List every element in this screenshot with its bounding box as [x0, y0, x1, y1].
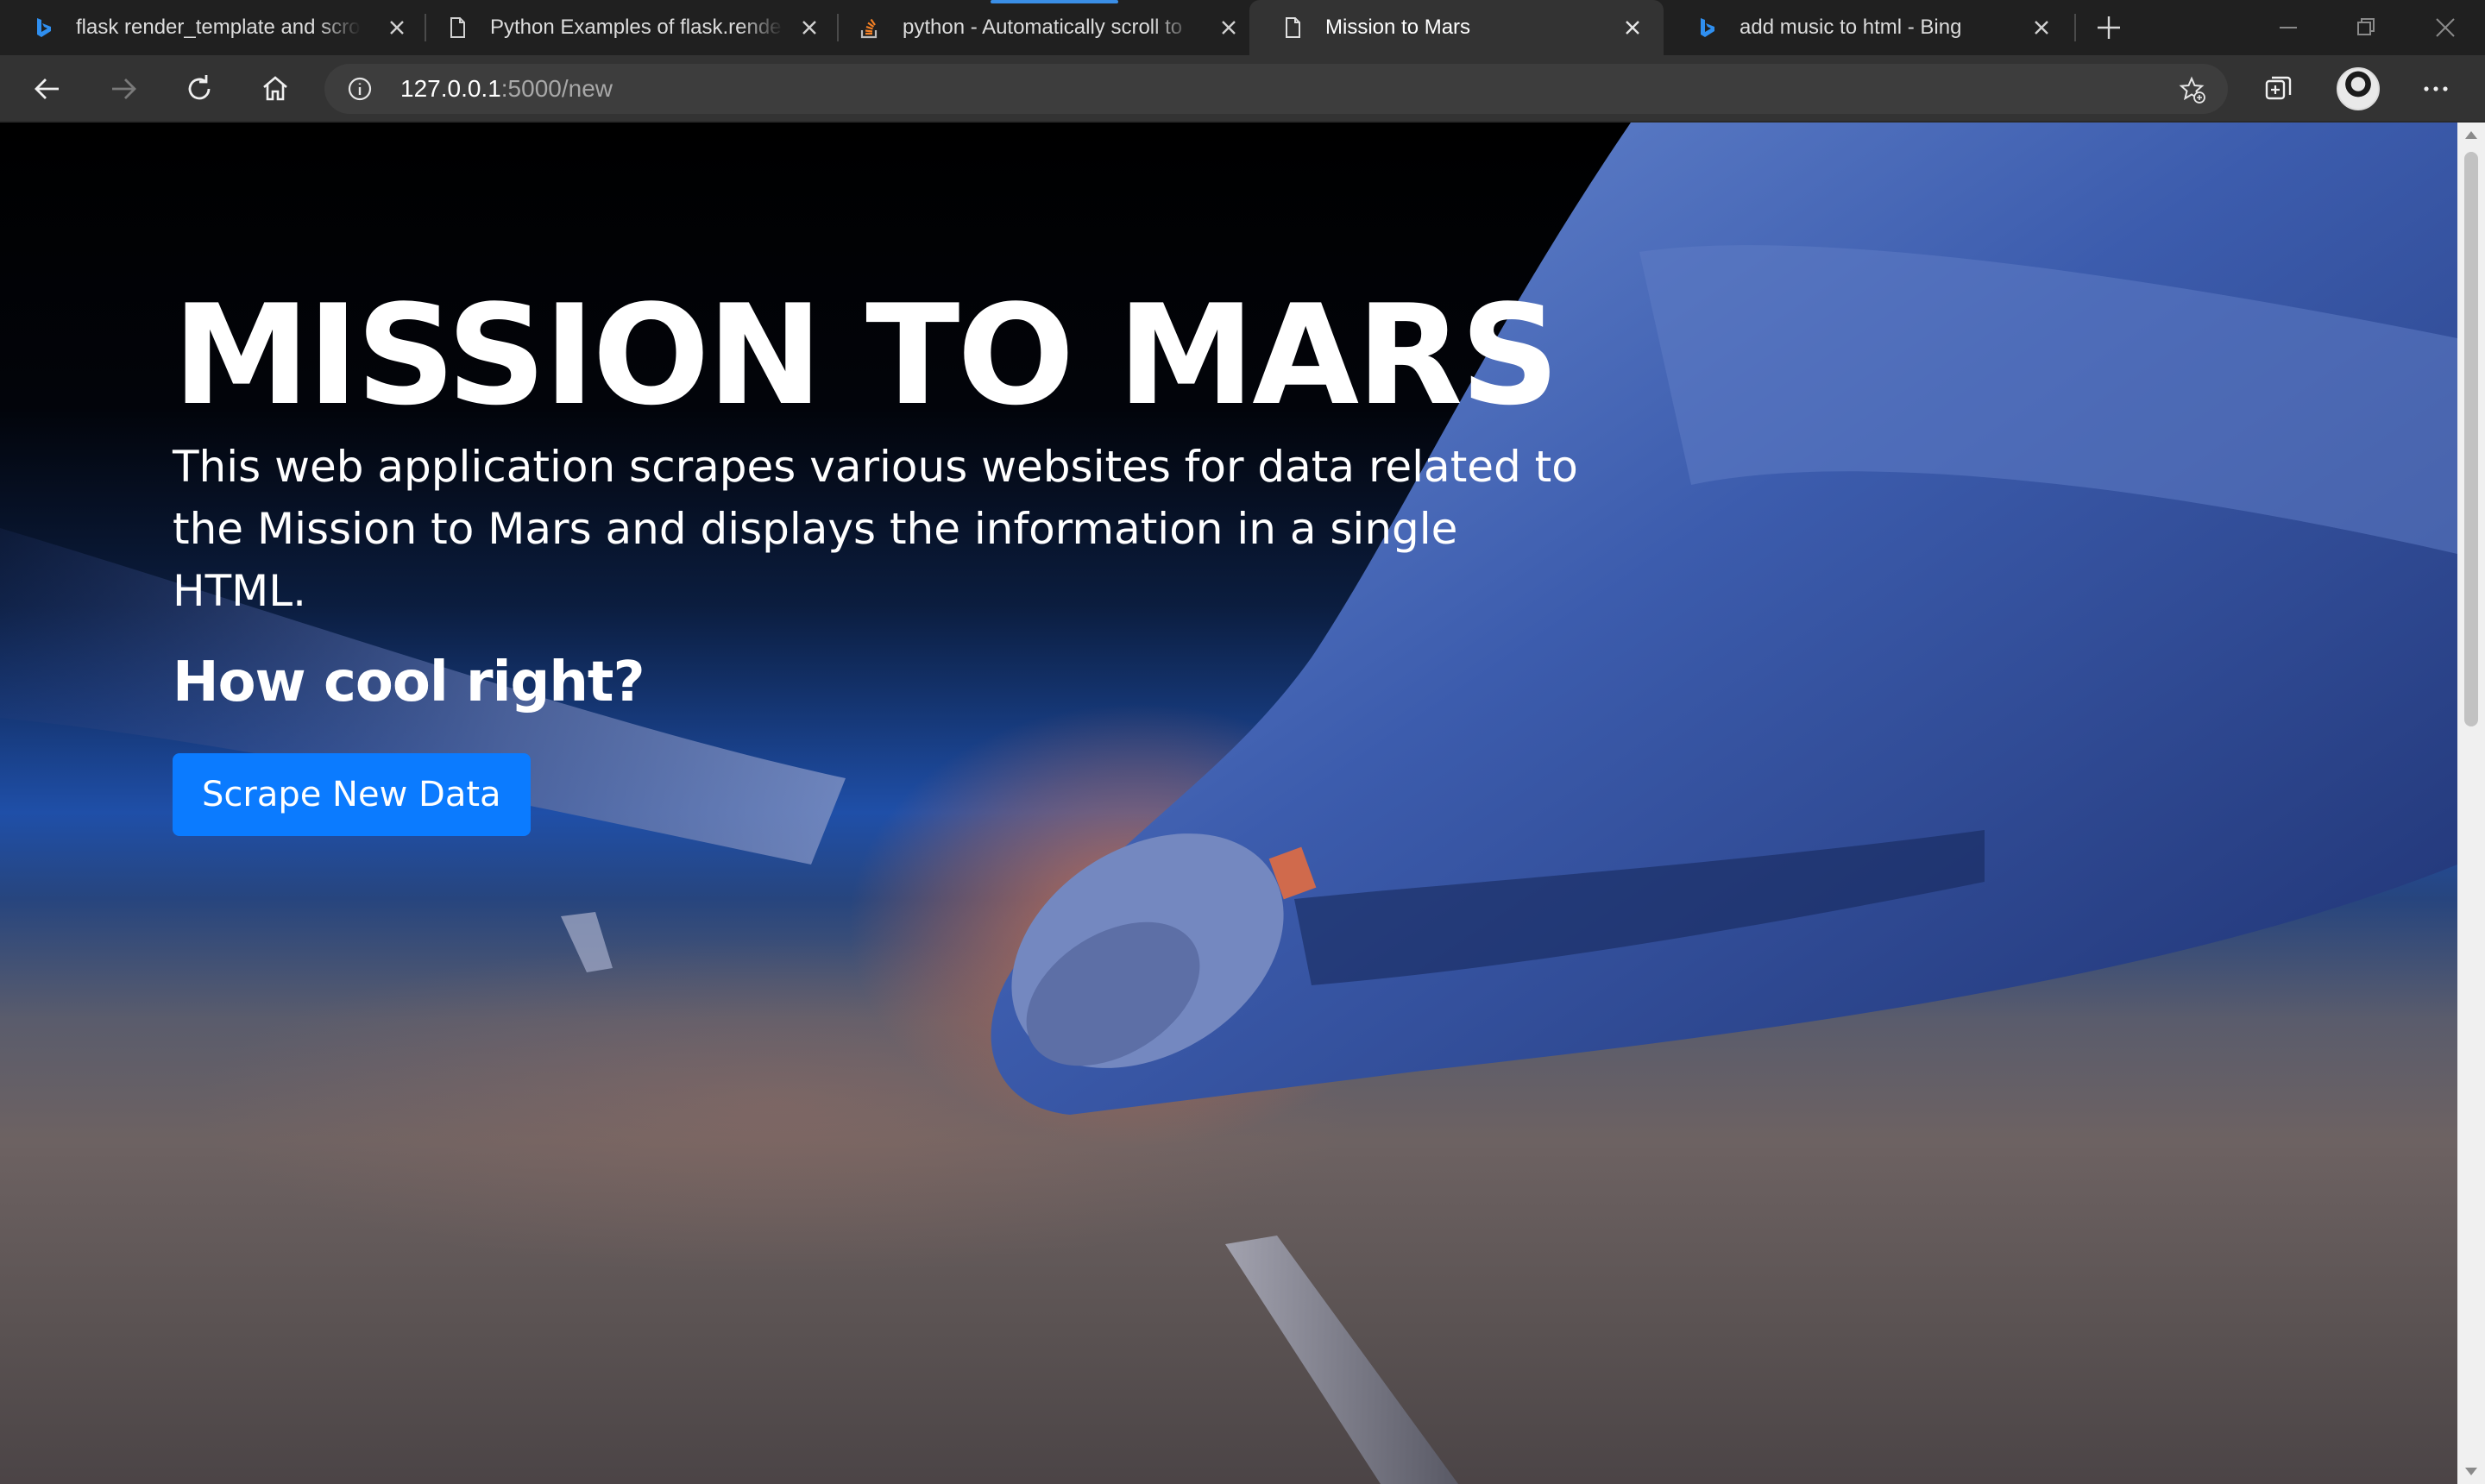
bing-icon — [37, 18, 51, 37]
add-favorite-icon[interactable] — [2176, 74, 2207, 105]
tab-title: Python Examples of flask.render_ — [490, 16, 783, 39]
tab-title: add music to html - Bing — [1740, 16, 1962, 39]
profile-avatar[interactable] — [2337, 67, 2380, 110]
minimize-icon[interactable] — [2269, 9, 2307, 47]
close-tab-icon[interactable] — [2029, 16, 2054, 40]
bing-icon — [1701, 18, 1714, 37]
tab-title: python - Automatically scroll to — [903, 16, 1183, 39]
stackoverflow-icon — [860, 18, 878, 39]
restore-icon[interactable] — [2347, 9, 2385, 47]
new-tab-icon[interactable] — [2093, 12, 2124, 43]
close-tab-icon[interactable] — [1217, 16, 1241, 40]
address-bar[interactable]: 127.0.0.1:5000/new — [324, 64, 2228, 114]
url-text[interactable]: 127.0.0.1:5000/new — [400, 76, 613, 102]
close-window-icon[interactable] — [2426, 9, 2464, 47]
url-path: :5000/new — [500, 75, 613, 102]
tab-strip: flask render_template and scroll Python … — [0, 0, 2485, 55]
page-icon — [1286, 17, 1300, 38]
url-host: 127.0.0.1 — [400, 75, 501, 102]
back-arrow-icon[interactable] — [28, 69, 67, 109]
tab-flask-render-template[interactable]: flask render_template and scroll — [0, 0, 421, 55]
scroll-up-arrow-icon[interactable] — [2465, 131, 2477, 139]
tab-title: flask render_template and scroll — [76, 16, 361, 39]
tab-python-automatically-scroll[interactable]: python - Automatically scroll to — [827, 0, 1249, 55]
refresh-icon[interactable] — [179, 69, 219, 109]
tab-mission-to-mars[interactable]: Mission to Mars — [1249, 0, 1664, 55]
tab-separator — [2074, 14, 2076, 41]
scrape-new-data-button[interactable]: Scrape New Data — [173, 753, 531, 836]
browser-toolbar: 127.0.0.1:5000/new — [0, 55, 2485, 123]
close-tab-icon[interactable] — [797, 16, 821, 40]
hero-section: MISSION TO MARS This web application scr… — [173, 282, 1639, 836]
close-tab-icon[interactable] — [385, 16, 409, 40]
scrollbar-thumb[interactable] — [2464, 152, 2478, 726]
page-description: This web application scrapes various web… — [173, 442, 1578, 616]
scroll-down-arrow-icon[interactable] — [2465, 1468, 2477, 1475]
tab-add-music-bing[interactable]: add music to html - Bing — [1664, 0, 2076, 55]
close-tab-icon[interactable] — [1620, 16, 1645, 40]
tab-python-examples[interactable]: Python Examples of flask.render_ — [414, 0, 827, 55]
info-icon[interactable] — [347, 76, 373, 102]
tab-title: Mission to Mars — [1325, 16, 1471, 39]
page-scrollbar[interactable] — [2457, 123, 2485, 1484]
forward-arrow-icon[interactable] — [104, 69, 143, 109]
page-subheading: How cool right? — [173, 651, 645, 714]
page-viewport: MISSION TO MARS This web application scr… — [0, 123, 2457, 1484]
page-icon — [450, 17, 465, 38]
home-icon[interactable] — [255, 69, 295, 109]
page-title: MISSION TO MARS — [173, 274, 1560, 436]
more-menu-icon[interactable] — [2416, 69, 2456, 109]
collections-icon[interactable] — [2259, 69, 2299, 109]
